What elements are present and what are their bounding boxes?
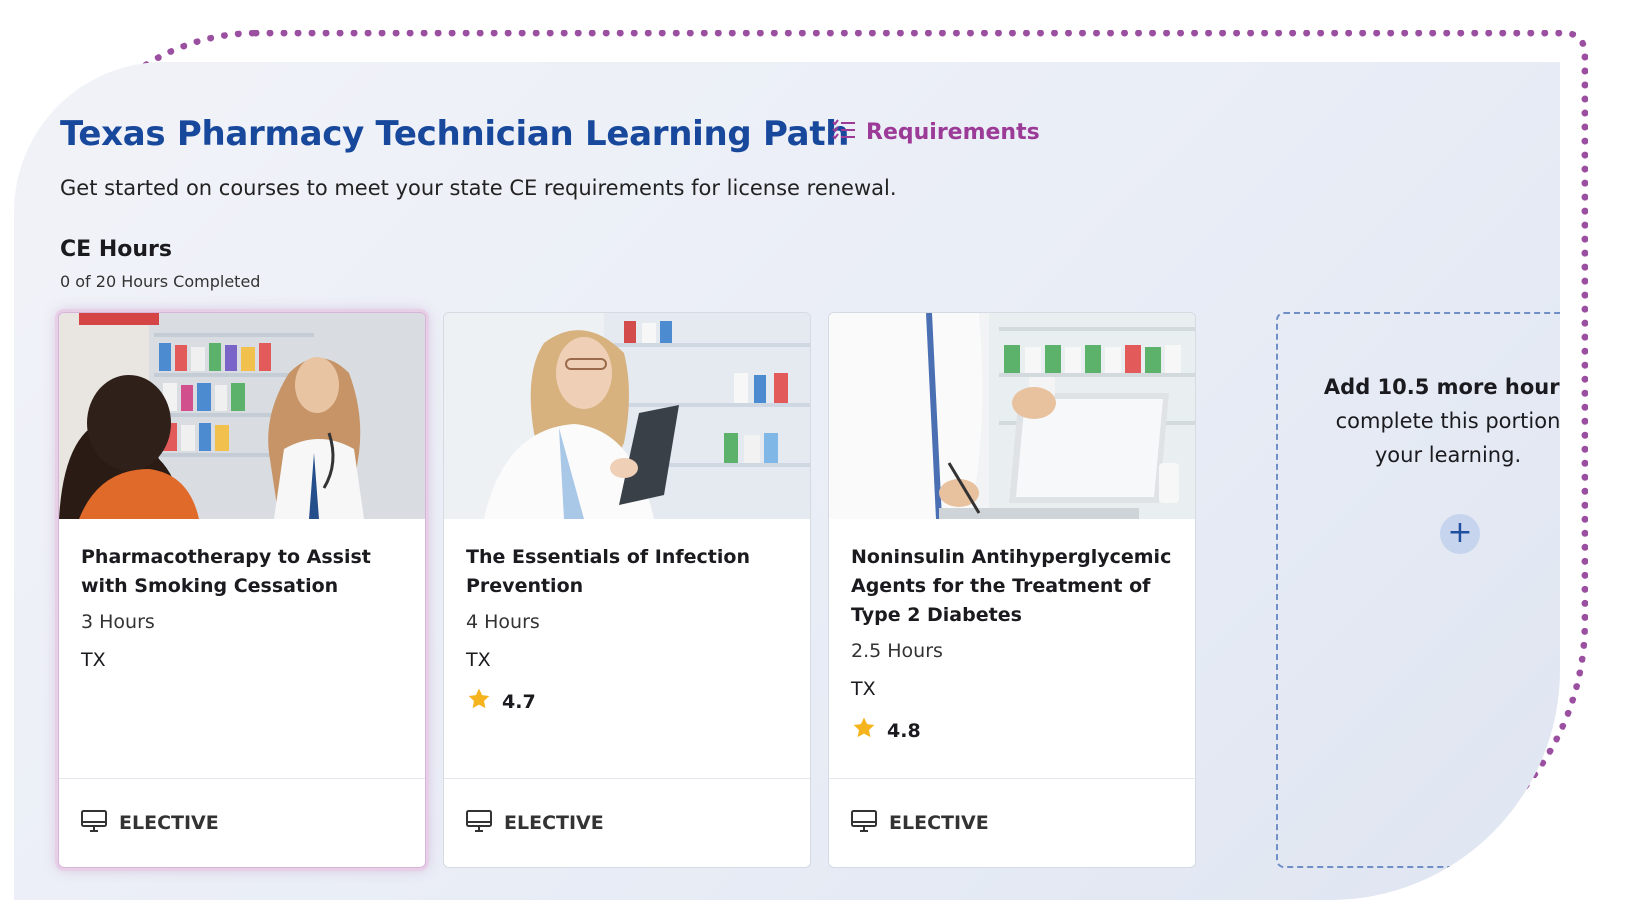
course-type-label: ELECTIVE <box>504 812 604 834</box>
course-type: ELECTIVE <box>829 778 1195 867</box>
course-image-pharmacist-tablet <box>444 313 810 519</box>
add-hours-message: Add 10.5 more hours complete this portio… <box>1318 370 1560 472</box>
page-subtitle: Get started on courses to meet your stat… <box>60 176 897 200</box>
rating-value: 4.7 <box>502 690 536 713</box>
ce-hours-progress: 0 of 20 Hours Completed <box>60 272 261 291</box>
add-hours-line1: Add 10.5 more hours <box>1323 375 1560 399</box>
course-state: TX <box>851 678 876 700</box>
course-state: TX <box>466 649 491 671</box>
add-course-button[interactable]: + <box>1440 514 1480 554</box>
course-rating: 4.8 <box>851 716 1173 745</box>
star-icon <box>851 716 877 745</box>
course-state: TX <box>81 649 106 671</box>
monitor-icon <box>81 809 107 838</box>
course-title: Pharmacotherapy to Assist with Smoking C… <box>81 546 371 597</box>
course-card-noninsulin-agents[interactable]: Noninsulin Antihyperglycemic Agents for … <box>828 312 1196 868</box>
learning-path-panel: Texas Pharmacy Technician Learning Path … <box>14 62 1560 900</box>
course-title: The Essentials of Infection Prevention <box>466 546 750 597</box>
course-card-smoking-cessation[interactable]: Pharmacotherapy to Assist with Smoking C… <box>58 312 426 868</box>
requirements-link[interactable]: Requirements <box>832 118 1040 146</box>
star-icon <box>466 687 492 716</box>
course-image-pharmacist-consult <box>59 313 425 519</box>
course-type-label: ELECTIVE <box>119 812 219 834</box>
page-title: Texas Pharmacy Technician Learning Path <box>60 114 850 154</box>
course-title: Noninsulin Antihyperglycemic Agents for … <box>851 546 1172 626</box>
rating-value: 4.8 <box>887 719 921 742</box>
requirements-label: Requirements <box>866 119 1040 145</box>
monitor-icon <box>851 809 877 838</box>
add-hours-line2: complete this portion <box>1335 409 1560 433</box>
course-type-label: ELECTIVE <box>889 812 989 834</box>
ce-hours-title: CE Hours <box>60 237 172 262</box>
course-hours: 2.5 Hours <box>851 640 943 662</box>
monitor-icon <box>466 809 492 838</box>
course-rating: 4.7 <box>466 687 788 716</box>
course-card-infection-prevention[interactable]: The Essentials of Infection Prevention 4… <box>443 312 811 868</box>
course-image-pharmacist-laptop <box>829 313 1195 519</box>
course-hours: 4 Hours <box>466 611 540 633</box>
course-type: ELECTIVE <box>444 778 810 867</box>
add-course-card[interactable]: Add 10.5 more hours complete this portio… <box>1276 312 1560 868</box>
course-hours: 3 Hours <box>81 611 155 633</box>
course-type: ELECTIVE <box>59 778 425 867</box>
checklist-icon <box>832 118 856 146</box>
add-hours-line3: your learning. <box>1374 443 1522 467</box>
